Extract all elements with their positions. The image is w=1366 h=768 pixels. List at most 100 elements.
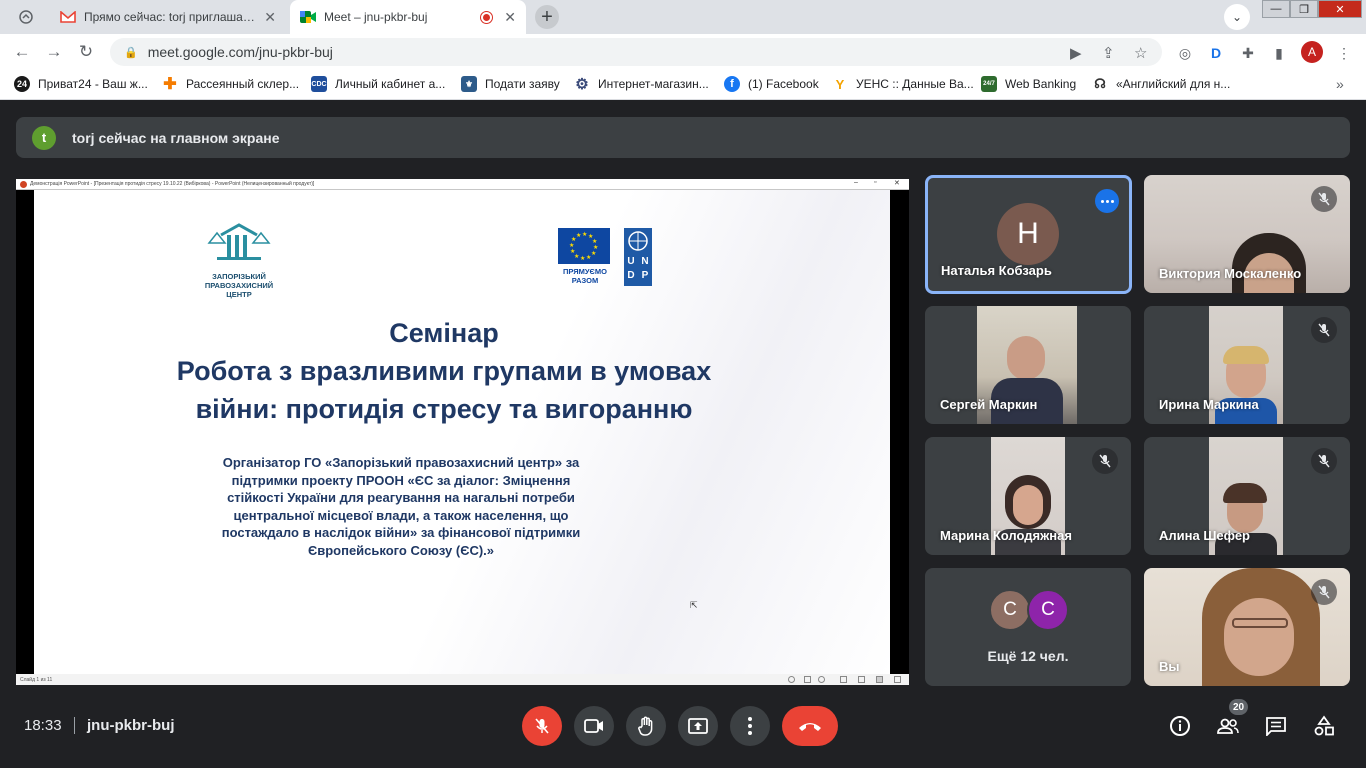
profile-avatar[interactable]: A [1301,41,1323,63]
more-options-button[interactable] [730,706,770,746]
bookmark-item[interactable]: Y УЕНС :: Данные Ва... [832,76,974,92]
minimize-icon: – [854,179,858,186]
extensions-puzzle-icon[interactable]: ✚ [1238,43,1258,63]
close-icon[interactable]: ✕ [504,9,516,26]
camera-toggle-button[interactable] [574,706,614,746]
raise-hand-button[interactable] [626,706,666,746]
arrow-right-icon: → [45,42,63,61]
leave-call-button[interactable] [782,706,838,746]
divider [74,717,75,734]
bookmark-label: Подати заяву [485,77,560,91]
powerpoint-titlebar: Демонстрація PowerPoint - [Презентація п… [16,179,909,190]
svg-text:★: ★ [582,231,587,238]
bookmark-label: «Английский для н... [1116,77,1231,91]
activities-shapes-icon [1314,715,1334,736]
restore-icon: ▫ [874,179,877,186]
activities-button[interactable] [1312,714,1336,738]
bookmarks-overflow-button[interactable]: » [1336,76,1344,92]
chat-button[interactable] [1264,714,1288,738]
tab-meet[interactable]: Meet – jnu-pkbr-buj ✕ [290,0,526,34]
bookmark-item[interactable]: 24 Приват24 - Ваш ж... [14,76,148,92]
svg-text:★: ★ [569,242,574,249]
reload-icon: ↻ [78,42,94,61]
web-banking-icon: 24/7 [981,76,997,92]
extension-d-icon[interactable]: D [1206,43,1226,63]
presenting-banner: t torj сейчас на главном экране [16,117,1350,158]
participant-tile-self[interactable]: Вы [1144,568,1350,686]
side-panel-icon[interactable]: ▮ [1269,43,1289,63]
meeting-details-button[interactable] [1168,714,1192,738]
participant-count-badge: 20 [1229,699,1248,715]
tab-list-button[interactable]: ⌄ [1224,4,1250,30]
close-icon: ✕ [894,180,900,187]
participant-tile[interactable]: Марина Колодяжная [925,437,1131,555]
mic-off-icon [1311,448,1337,474]
present-icon [688,718,708,734]
participant-avatar: С [989,589,1031,631]
back-button[interactable]: ← [10,40,34,64]
close-icon[interactable]: ✕ [264,9,276,26]
lock-icon: 🔒 [124,46,138,59]
powerpoint-statusbar: Слайд 1 из 11 [16,674,909,685]
mic-off-icon [1311,186,1337,212]
mic-toggle-button[interactable] [522,706,562,746]
mic-off-icon [1311,317,1337,343]
others-count: Ещё 12 чел. [987,648,1069,664]
emblem-icon: ⚜ [461,76,477,92]
bookmark-item[interactable]: ✚ Рассеянный склер... [162,76,299,93]
tab-gmail[interactable]: Прямо сейчас: torj приглашает с ✕ [50,0,286,34]
svg-text:★: ★ [591,250,596,257]
bookmark-item[interactable]: f (1) Facebook [724,76,819,92]
slide-body-line: Організатор ГО «Запорізький правозахисни… [222,455,580,470]
others-tile[interactable]: С С Ещё 12 чел. [925,568,1131,686]
slide-body-line: постаждало в наслідок війни» за фінансов… [221,525,581,540]
medical-cross-icon: ✚ [162,76,178,93]
menu-dots-icon[interactable]: ⋮ [1334,43,1354,63]
extension-circle-icon[interactable]: ◎ [1175,43,1195,63]
meet-icon [300,9,316,25]
presenter-avatar: t [32,125,56,150]
participant-tile[interactable]: Виктория Москаленко [1144,175,1350,293]
reload-button[interactable]: ↻ [74,40,98,64]
eu-caption: ПРЯМУЄМО РАЗОМ [563,267,607,285]
mouse-cursor-icon: ⇱ [690,600,698,610]
bookmark-label: Web Banking [1005,77,1077,91]
participant-tile[interactable]: Сергей Маркин [925,306,1131,424]
svg-text:★: ★ [576,232,581,239]
org-logo-text: ЗАПОРІЗЬКИЙ ПРАВОЗАХИСНИЙ ЦЕНТР [204,272,274,299]
address-bar[interactable]: 🔒 meet.google.com/jnu-pkbr-buj ▶ ⇪ ☆ [110,38,1162,66]
profile-initial: A [1307,45,1316,59]
tab-title: Прямо сейчас: torj приглашает с [84,10,257,24]
tab-title: Meet – jnu-pkbr-buj [324,10,428,24]
people-button[interactable] [1216,714,1240,738]
bookmark-item[interactable]: ☊ «Английский для н... [1092,76,1230,92]
maximize-button[interactable]: ❐ [1290,0,1318,18]
scales-of-justice-icon [207,223,271,260]
camera-icon[interactable]: ▶ [1070,44,1082,62]
close-icon: ✕ [1335,3,1345,16]
participant-name: Вы [1159,659,1180,674]
tab-search-button[interactable] [6,0,46,34]
share-icon[interactable]: ⇪ [1102,44,1115,62]
participant-tile[interactable]: Алина Шефер [1144,437,1350,555]
bookmark-star-icon[interactable]: ☆ [1134,44,1147,62]
bookmark-item[interactable]: CDC Личный кабинет а... [311,76,445,92]
camera-icon [584,719,603,733]
participant-tile[interactable]: Н Наталья Кобзарь [925,175,1132,294]
facebook-icon: f [724,76,740,92]
reading-view-icon [858,676,865,683]
participant-tile[interactable]: Ирина Маркина [1144,306,1350,424]
minimize-button[interactable]: — [1262,0,1290,18]
window-close-button[interactable]: ✕ [1318,0,1362,18]
bookmark-item[interactable]: ⚜ Подати заяву [461,76,560,92]
undp-logo: U N D P [624,228,652,286]
bookmarks-bar: 24 Приват24 - Ваш ж... ✚ Рассеянный склер.… [0,70,1366,100]
forward-button[interactable]: → [42,40,66,64]
slide-body-line: підтримки проекту ПРООН «ЄС за діалог: З… [231,472,571,488]
new-tab-button[interactable]: + [535,5,559,29]
present-screen-button[interactable] [678,706,718,746]
more-vert-icon [748,717,752,735]
more-options-button[interactable] [1095,189,1119,213]
bookmark-item[interactable]: 24/7 Web Banking [981,76,1076,92]
bookmark-item[interactable]: ⚙ Интернет-магазин... [574,76,709,93]
